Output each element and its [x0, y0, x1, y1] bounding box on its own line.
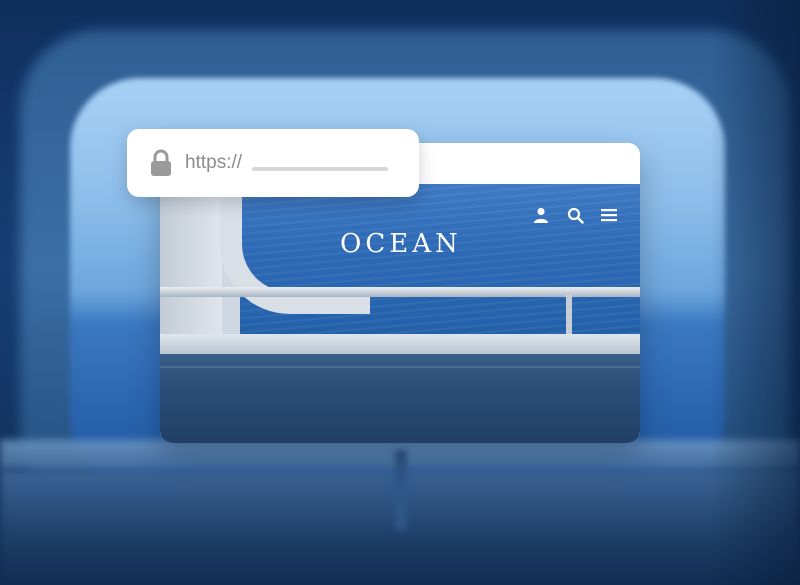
background-post: [395, 450, 407, 530]
hero-image: OCEAN: [160, 184, 640, 443]
menu-icon[interactable]: [600, 206, 618, 224]
site-logo[interactable]: OCEAN: [340, 229, 462, 259]
search-icon[interactable]: [566, 206, 584, 224]
user-icon[interactable]: [532, 206, 550, 224]
site-nav: [532, 206, 618, 224]
lock-icon: [149, 149, 173, 177]
hero-cabin-wall: [160, 184, 222, 334]
background-shadow: [710, 0, 800, 585]
url-placeholder-line: [252, 167, 389, 171]
url-text[interactable]: https://: [185, 152, 242, 174]
address-bar[interactable]: https://: [127, 129, 419, 197]
hero-deck-ledge: [160, 334, 640, 354]
hero-lower-line: [160, 366, 640, 368]
